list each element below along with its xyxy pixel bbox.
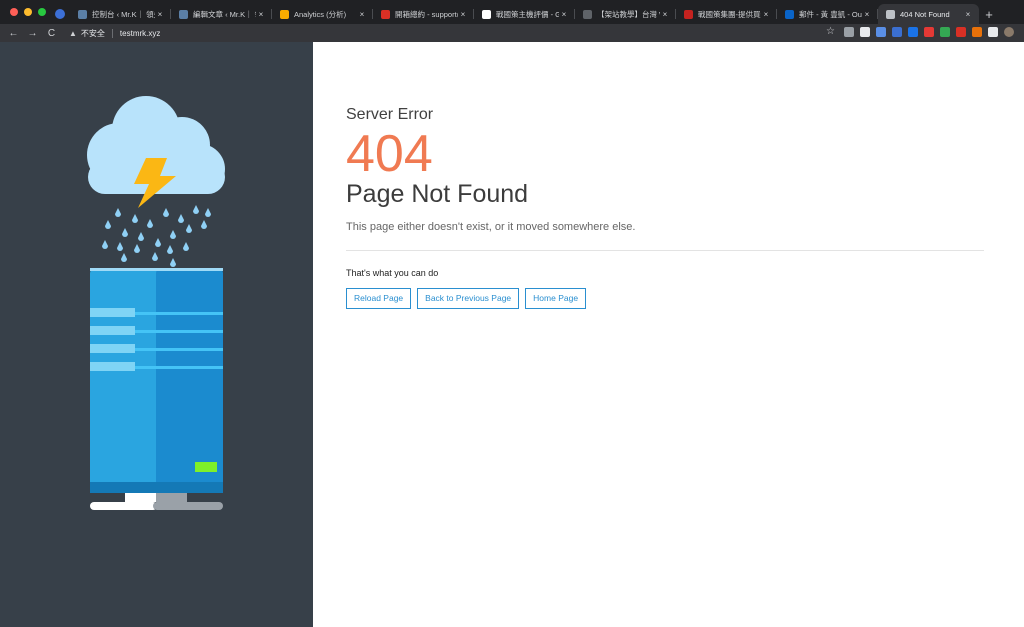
extension-icon[interactable]	[892, 27, 902, 37]
tab-close-icon[interactable]: ×	[458, 10, 468, 19]
window-controls	[10, 8, 46, 16]
server-storm-illustration	[87, 96, 225, 510]
tab-close-icon[interactable]: ×	[660, 10, 670, 19]
navigation-controls: ← → C	[0, 28, 57, 39]
minimize-window-icon[interactable]	[24, 8, 32, 16]
extension-icon[interactable]	[940, 27, 950, 37]
back-arrow-icon[interactable]: ←	[8, 28, 19, 39]
tab-close-icon[interactable]: ×	[357, 10, 367, 19]
extension-icon[interactable]	[844, 27, 854, 37]
tab-title: 開箱總約 - support@	[395, 9, 458, 19]
action-buttons: Reload Page Back to Previous Page Home P…	[346, 288, 984, 309]
tab-favicon-icon	[785, 9, 794, 19]
reload-icon[interactable]: C	[46, 28, 57, 39]
tab-favicon-icon	[886, 9, 895, 19]
reload-page-button[interactable]: Reload Page	[346, 288, 412, 309]
tab-title: Analytics (分析)	[294, 9, 347, 19]
tab-title: 控制台 ‹ Mr.K｜ 領先	[92, 9, 155, 19]
tab[interactable]: 【架站教學】台灣 Wo×	[575, 4, 676, 24]
extensions-puzzle-icon[interactable]	[988, 27, 998, 37]
error-code: 404	[346, 125, 433, 183]
tab-close-icon[interactable]: ×	[761, 10, 771, 19]
page-viewport: Server Error 404 Page Not Found This pag…	[0, 42, 1024, 627]
tab[interactable]: 編輯文章 ‹ Mr.K｜ 領 ×	[171, 4, 272, 24]
security-label[interactable]: 不安全	[81, 28, 105, 39]
tab-close-icon[interactable]: ×	[155, 10, 165, 19]
illustration-panel	[0, 42, 313, 627]
extension-icon[interactable]	[908, 27, 918, 37]
maximize-window-icon[interactable]	[38, 8, 46, 16]
address-bar[interactable]: ▲ 不安全 testmrk.xyz	[69, 28, 160, 39]
tab-favicon-icon	[583, 9, 592, 19]
pinned-tab-icon	[55, 9, 65, 19]
new-tab-button[interactable]: +	[979, 4, 999, 24]
tab-title: 戰國策集團-提供買網	[698, 9, 761, 19]
tab-title: 郵件 - 黃 豊凱 - Outlo	[799, 9, 862, 19]
tab[interactable]: 郵件 - 黃 豊凱 - Outlo×	[777, 4, 878, 24]
tab-favicon-icon	[179, 9, 188, 19]
extension-icon[interactable]	[860, 27, 870, 37]
tab-title: 【架站教學】台灣 Wo	[597, 9, 660, 19]
page-title: Page Not Found	[346, 180, 529, 208]
url-text[interactable]: testmrk.xyz	[120, 29, 160, 38]
tab[interactable]: Analytics (分析) ×	[272, 4, 373, 24]
status-led	[195, 462, 217, 472]
tabs: 控制台 ‹ Mr.K｜ 領先 × 編輯文章 ‹ Mr.K｜ 領 × Analytic…	[50, 4, 999, 24]
divider	[111, 28, 113, 38]
tab-favicon-icon	[482, 9, 491, 19]
error-description: This page either doesn't exist, or it mo…	[346, 221, 636, 233]
rain-drops	[102, 205, 211, 267]
error-subtitle: Server Error	[346, 106, 434, 123]
extension-icon[interactable]	[956, 27, 966, 37]
tab[interactable]: 控制台 ‹ Mr.K｜ 領先 ×	[70, 4, 171, 24]
error-content: Server Error 404 Page Not Found This pag…	[346, 106, 984, 309]
tab-close-icon[interactable]: ×	[862, 10, 872, 19]
warning-triangle-icon[interactable]: ▲	[69, 29, 77, 38]
extension-icon[interactable]	[972, 27, 982, 37]
tab-title: 404 Not Found	[900, 9, 950, 19]
back-to-previous-page-button[interactable]: Back to Previous Page	[417, 288, 520, 309]
tab-active[interactable]: 404 Not Found ×	[878, 4, 979, 24]
tab-close-icon[interactable]: ×	[256, 10, 266, 19]
tab-favicon-icon	[684, 9, 693, 19]
extensions-area: ☆	[826, 27, 1014, 37]
profile-avatar[interactable]	[1004, 27, 1014, 37]
tab[interactable]: 戰國策集團-提供買網 ×	[676, 4, 777, 24]
tab-close-icon[interactable]: ×	[963, 10, 973, 19]
forward-arrow-icon[interactable]: →	[27, 28, 38, 39]
browser-toolbar: ← → C ▲ 不安全 testmrk.xyz ☆	[0, 24, 1024, 42]
tab-close-icon[interactable]: ×	[559, 10, 569, 19]
tab-favicon-icon	[78, 9, 87, 19]
bookmark-star-icon[interactable]: ☆	[826, 27, 838, 37]
pinned-tab[interactable]	[50, 4, 70, 24]
tab-favicon-icon	[381, 9, 390, 19]
close-window-icon[interactable]	[10, 8, 18, 16]
actions-label: That's what you can do	[346, 268, 439, 278]
tab-title: 編輯文章 ‹ Mr.K｜ 領	[193, 9, 256, 19]
tab-favicon-icon	[280, 9, 289, 19]
extension-icon[interactable]	[876, 27, 886, 37]
tab[interactable]: 開箱總約 - support@ ×	[373, 4, 474, 24]
extension-icon[interactable]	[924, 27, 934, 37]
tab-strip: 控制台 ‹ Mr.K｜ 領先 × 編輯文章 ‹ Mr.K｜ 領 × Analytic…	[0, 0, 1024, 24]
tab-title: 戰國策主機評價 - Goo	[496, 9, 559, 19]
tab[interactable]: 戰國策主機評價 - Goo×	[474, 4, 575, 24]
server-tower-icon	[90, 268, 223, 510]
divider	[346, 250, 984, 251]
home-page-button[interactable]: Home Page	[525, 288, 587, 309]
